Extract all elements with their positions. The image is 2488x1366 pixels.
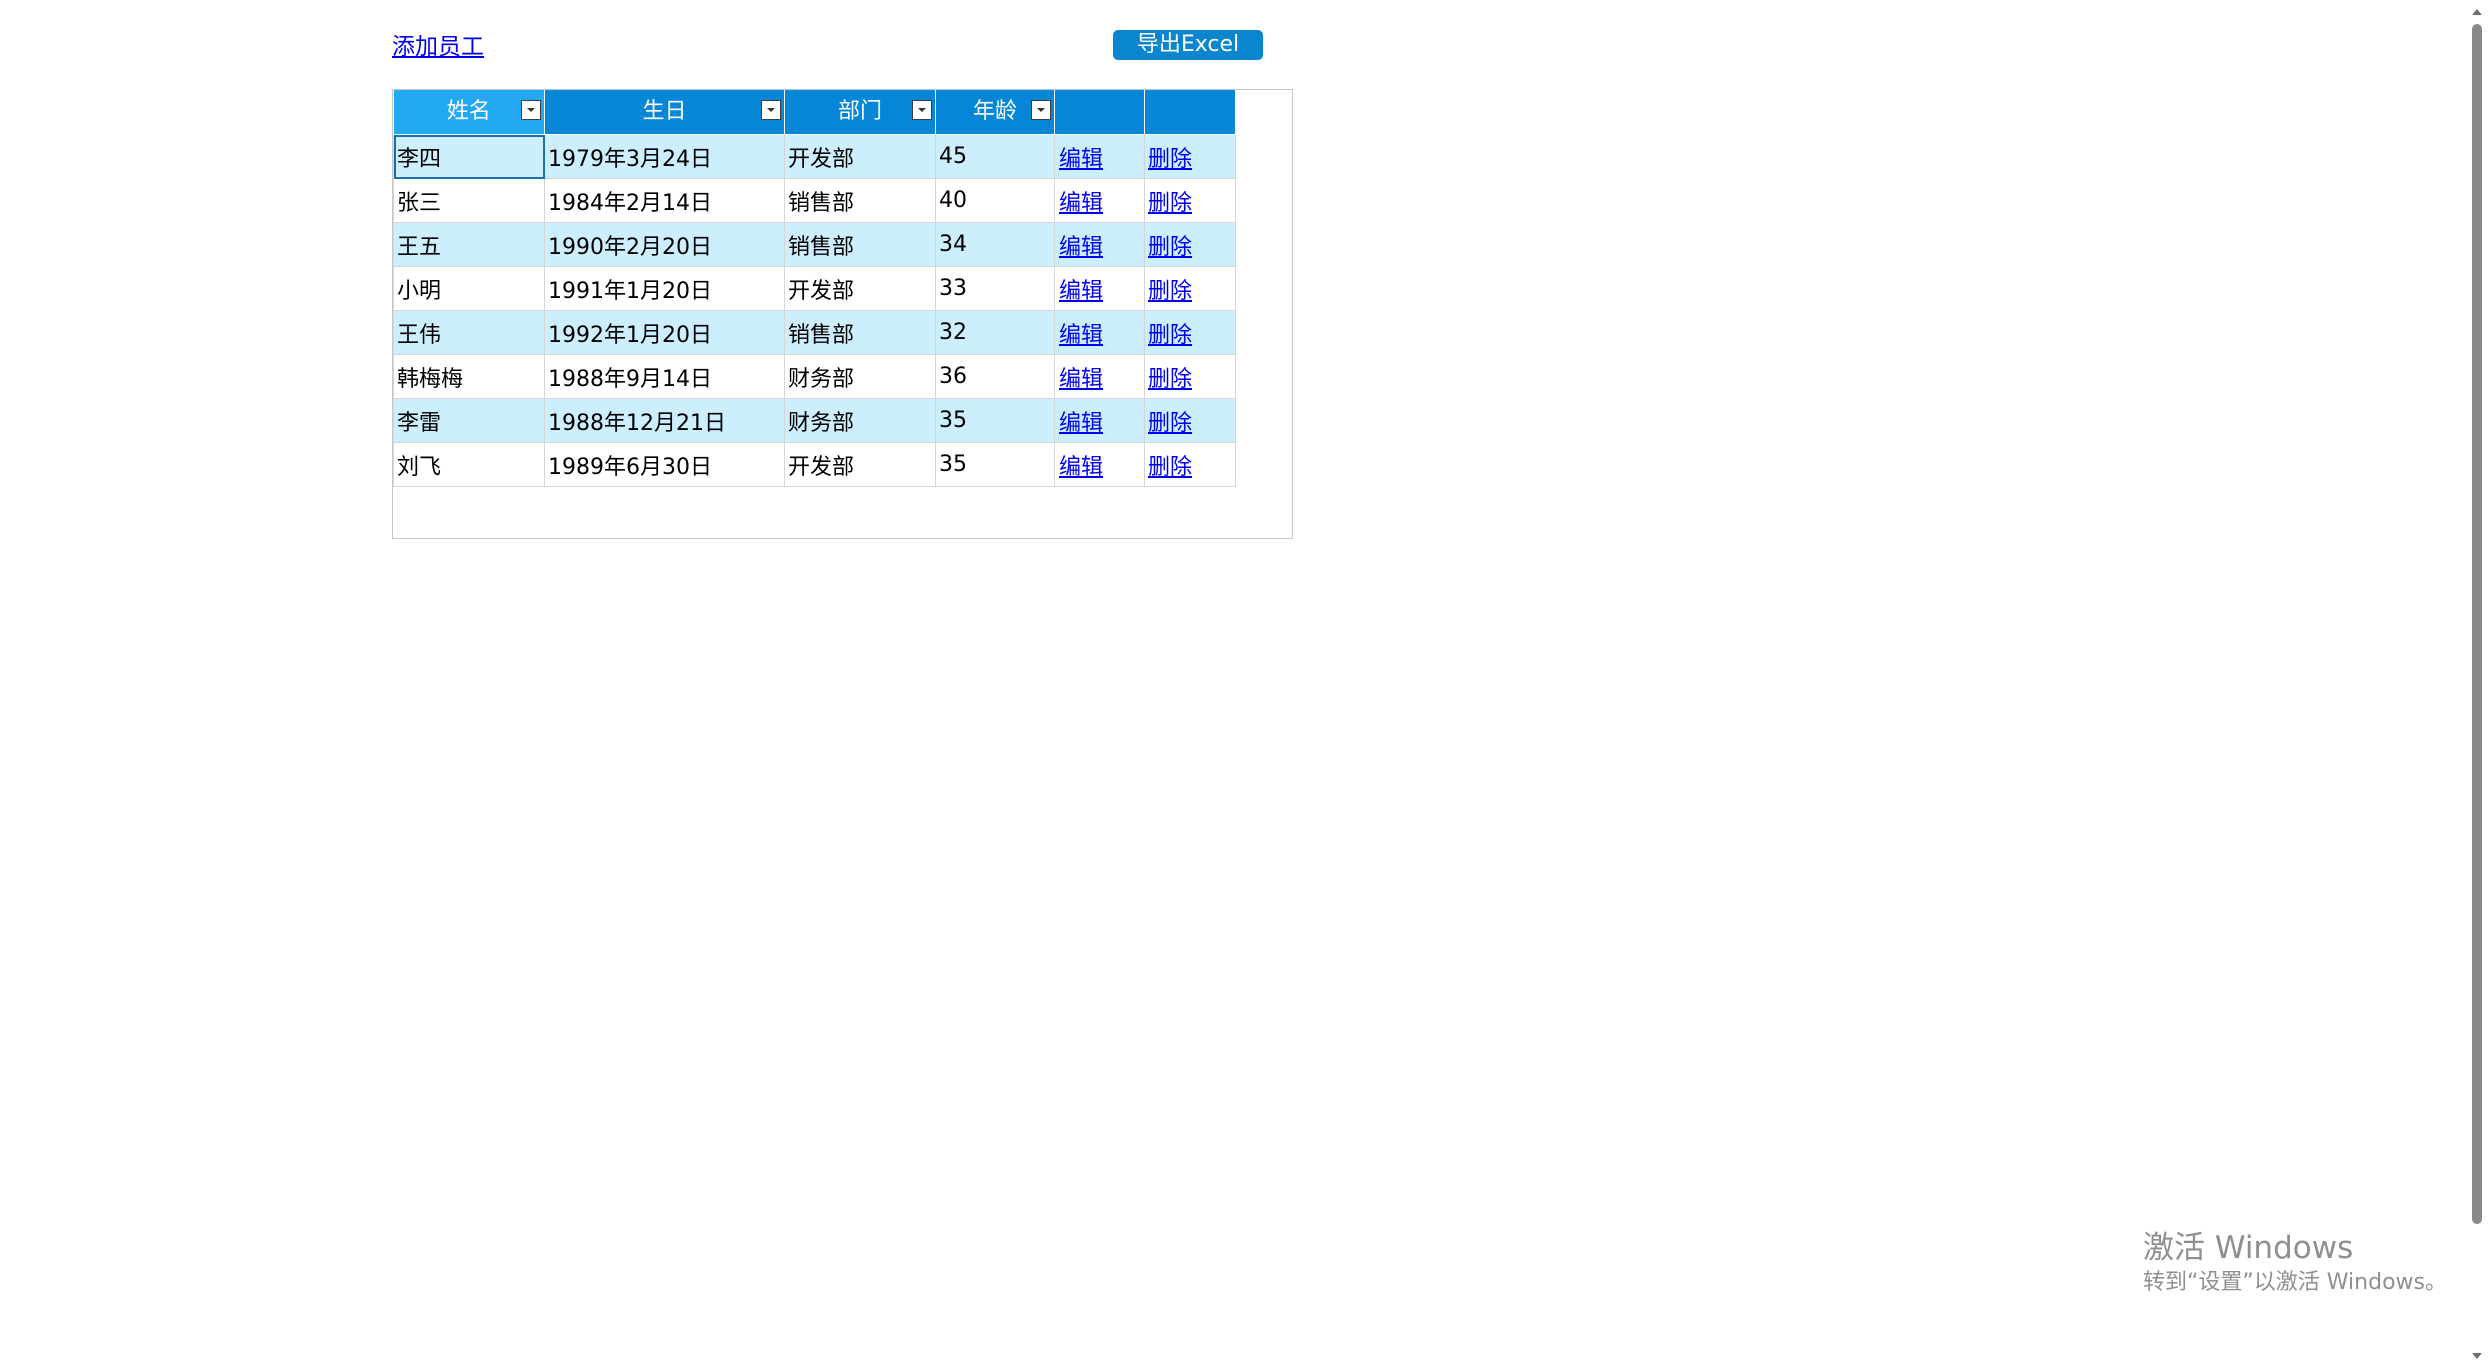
- delete-link[interactable]: 删除: [1148, 323, 1192, 348]
- column-header-edit: [1054, 90, 1145, 135]
- column-header-age[interactable]: 年龄: [935, 90, 1055, 135]
- employee-table: 姓名 生日 部门 年龄 李四 1979年3月24日 开发部 45 编辑 删除 张…: [393, 90, 1236, 487]
- edit-link[interactable]: 编辑: [1059, 455, 1103, 480]
- cell-age[interactable]: 35: [935, 442, 1055, 487]
- cell-edit: 编辑: [1054, 354, 1145, 399]
- windows-activation-watermark: 激活 Windows 转到“设置”以激活 Windows。: [2143, 1228, 2447, 1298]
- cell-name[interactable]: 刘飞: [393, 442, 545, 487]
- table-row[interactable]: 王伟 1992年1月20日 销售部 32 编辑 删除: [393, 310, 1236, 355]
- cell-name[interactable]: 张三: [393, 178, 545, 223]
- cell-delete: 删除: [1144, 442, 1236, 487]
- edit-link[interactable]: 编辑: [1059, 411, 1103, 436]
- cell-edit: 编辑: [1054, 398, 1145, 443]
- cell-birthday[interactable]: 1989年6月30日: [544, 442, 785, 487]
- delete-link[interactable]: 删除: [1148, 147, 1192, 172]
- vertical-scrollbar[interactable]: [2466, 0, 2488, 1366]
- delete-link[interactable]: 删除: [1148, 191, 1192, 216]
- table-row[interactable]: 李四 1979年3月24日 开发部 45 编辑 删除: [393, 134, 1236, 179]
- column-header-department[interactable]: 部门: [784, 90, 936, 135]
- cell-delete: 删除: [1144, 354, 1236, 399]
- export-excel-button[interactable]: 导出Excel: [1113, 30, 1263, 60]
- edit-link[interactable]: 编辑: [1059, 367, 1103, 392]
- cell-department[interactable]: 财务部: [784, 398, 936, 443]
- cell-age[interactable]: 33: [935, 266, 1055, 311]
- edit-link[interactable]: 编辑: [1059, 191, 1103, 216]
- cell-delete: 删除: [1144, 178, 1236, 223]
- edit-link[interactable]: 编辑: [1059, 235, 1103, 260]
- cell-delete: 删除: [1144, 266, 1236, 311]
- cell-age[interactable]: 36: [935, 354, 1055, 399]
- scroll-down-arrow-icon[interactable]: [2470, 1348, 2484, 1362]
- filter-dropdown-icon[interactable]: [1031, 100, 1051, 120]
- column-header-label: 姓名: [446, 99, 491, 124]
- cell-edit: 编辑: [1054, 310, 1145, 355]
- table-row[interactable]: 李雷 1988年12月21日 财务部 35 编辑 删除: [393, 398, 1236, 443]
- cell-birthday[interactable]: 1990年2月20日: [544, 222, 785, 267]
- cell-delete: 删除: [1144, 398, 1236, 443]
- cell-department[interactable]: 销售部: [784, 222, 936, 267]
- header-row: 姓名 生日 部门 年龄: [393, 90, 1236, 135]
- table-row[interactable]: 小明 1991年1月20日 开发部 33 编辑 删除: [393, 266, 1236, 311]
- table-row[interactable]: 张三 1984年2月14日 销售部 40 编辑 删除: [393, 178, 1236, 223]
- employee-grid: 姓名 生日 部门 年龄 李四 1979年3月24日 开发部 45 编辑 删除 张…: [392, 89, 1293, 539]
- filter-dropdown-icon[interactable]: [912, 100, 932, 120]
- add-employee-link[interactable]: 添加员工: [392, 32, 484, 62]
- cell-age[interactable]: 35: [935, 398, 1055, 443]
- edit-link[interactable]: 编辑: [1059, 147, 1103, 172]
- cell-age[interactable]: 32: [935, 310, 1055, 355]
- cell-birthday[interactable]: 1984年2月14日: [544, 178, 785, 223]
- cell-birthday[interactable]: 1979年3月24日: [544, 134, 785, 179]
- cell-name[interactable]: 李雷: [393, 398, 545, 443]
- delete-link[interactable]: 删除: [1148, 411, 1192, 436]
- cell-department[interactable]: 销售部: [784, 310, 936, 355]
- cell-birthday[interactable]: 1991年1月20日: [544, 266, 785, 311]
- cell-age[interactable]: 34: [935, 222, 1055, 267]
- cell-department[interactable]: 开发部: [784, 134, 936, 179]
- cell-delete: 删除: [1144, 134, 1236, 179]
- cell-name[interactable]: 韩梅梅: [393, 354, 545, 399]
- column-header-label: 部门: [837, 99, 882, 124]
- edit-link[interactable]: 编辑: [1059, 323, 1103, 348]
- column-header-name[interactable]: 姓名: [393, 90, 545, 135]
- cell-edit: 编辑: [1054, 442, 1145, 487]
- delete-link[interactable]: 删除: [1148, 235, 1192, 260]
- cell-delete: 删除: [1144, 310, 1236, 355]
- scroll-up-arrow-icon[interactable]: [2470, 4, 2484, 18]
- delete-link[interactable]: 删除: [1148, 367, 1192, 392]
- delete-link[interactable]: 删除: [1148, 455, 1192, 480]
- watermark-subtitle: 转到“设置”以激活 Windows。: [2143, 1270, 2447, 1295]
- edit-link[interactable]: 编辑: [1059, 279, 1103, 304]
- table-row[interactable]: 王五 1990年2月20日 销售部 34 编辑 删除: [393, 222, 1236, 267]
- cell-delete: 删除: [1144, 222, 1236, 267]
- scrollbar-thumb[interactable]: [2472, 24, 2482, 1224]
- table-row[interactable]: 韩梅梅 1988年9月14日 财务部 36 编辑 删除: [393, 354, 1236, 399]
- table-row[interactable]: 刘飞 1989年6月30日 开发部 35 编辑 删除: [393, 442, 1236, 487]
- column-header-label: 生日: [642, 99, 687, 124]
- watermark-title: 激活 Windows: [2143, 1230, 2354, 1266]
- cell-department[interactable]: 开发部: [784, 266, 936, 311]
- cell-birthday[interactable]: 1988年9月14日: [544, 354, 785, 399]
- column-header-delete: [1144, 90, 1236, 135]
- cell-age[interactable]: 40: [935, 178, 1055, 223]
- cell-department[interactable]: 销售部: [784, 178, 936, 223]
- column-header-label: 年龄: [972, 99, 1017, 124]
- cell-birthday[interactable]: 1992年1月20日: [544, 310, 785, 355]
- cell-name[interactable]: 李四: [393, 134, 545, 179]
- cell-edit: 编辑: [1054, 266, 1145, 311]
- page: 添加员工 导出Excel 姓名 生日 部门 年龄 李四 1979年3月24日 开…: [0, 0, 2488, 1366]
- filter-dropdown-icon[interactable]: [521, 100, 541, 120]
- cell-edit: 编辑: [1054, 134, 1145, 179]
- filter-dropdown-icon[interactable]: [761, 100, 781, 120]
- cell-age[interactable]: 45: [935, 134, 1055, 179]
- cell-name[interactable]: 王伟: [393, 310, 545, 355]
- cell-name[interactable]: 小明: [393, 266, 545, 311]
- cell-name[interactable]: 王五: [393, 222, 545, 267]
- cell-edit: 编辑: [1054, 178, 1145, 223]
- column-header-birthday[interactable]: 生日: [544, 90, 785, 135]
- cell-birthday[interactable]: 1988年12月21日: [544, 398, 785, 443]
- cell-department[interactable]: 财务部: [784, 354, 936, 399]
- cell-department[interactable]: 开发部: [784, 442, 936, 487]
- delete-link[interactable]: 删除: [1148, 279, 1192, 304]
- cell-edit: 编辑: [1054, 222, 1145, 267]
